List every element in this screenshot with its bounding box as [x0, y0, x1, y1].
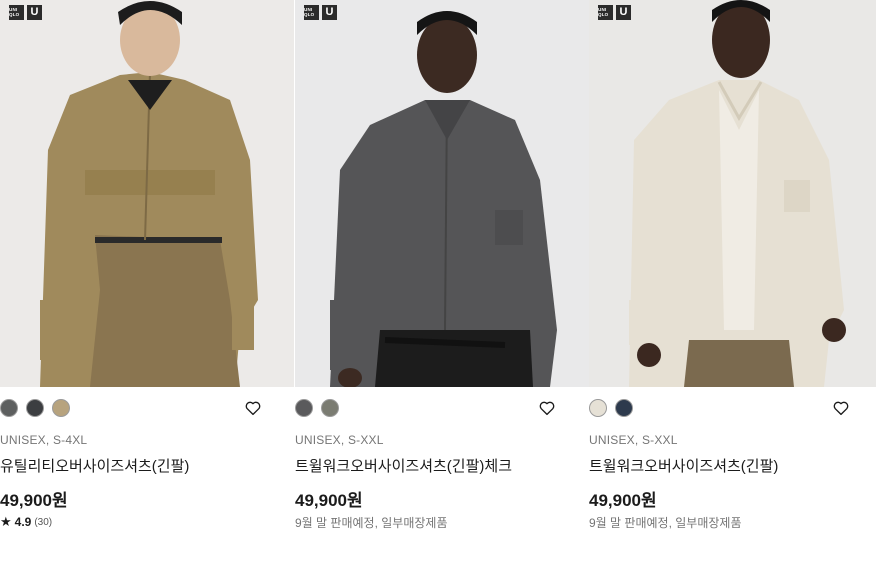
product-photo-check-shirt — [295, 0, 589, 387]
rating-score: 4.9 — [14, 515, 32, 529]
product-price: 49,900원 — [295, 491, 363, 510]
availability-note: 9월 말 판매예정, 일부매장제품 — [295, 516, 448, 530]
color-swatches — [589, 399, 633, 417]
product-grid: UNI QLO U UNISEX, S-4XL 유틸리티오버사이즈셔츠(긴팔) … — [0, 0, 876, 562]
gender-size-label: UNISEX, S-4XL — [0, 433, 88, 447]
product-price: 49,900원 — [589, 491, 657, 510]
product-photo-utility-shirt — [0, 0, 294, 387]
uniqlo-logo: UNI QLO — [304, 5, 319, 20]
product-price: 49,900원 — [0, 491, 68, 510]
brand-logo: UNI QLO U — [304, 5, 337, 20]
uniqlo-logo: UNI QLO — [9, 5, 24, 20]
product-name[interactable]: 트윌워크오버사이즈셔츠(긴팔)체크 — [295, 455, 512, 476]
product-image[interactable]: UNI QLO U — [589, 0, 876, 387]
heart-icon[interactable] — [244, 399, 262, 417]
color-swatch[interactable] — [0, 399, 18, 417]
review-count: (30) — [34, 516, 53, 528]
product-card[interactable]: UNI QLO U UNISEX, S-4XL 유틸리티오버사이즈셔츠(긴팔) … — [0, 0, 294, 562]
color-swatch[interactable] — [615, 399, 633, 417]
u-logo: U — [616, 5, 631, 20]
color-swatch[interactable] — [295, 399, 313, 417]
brand-logo: UNI QLO U — [598, 5, 631, 20]
color-swatch[interactable] — [52, 399, 70, 417]
color-swatch[interactable] — [321, 399, 339, 417]
product-name[interactable]: 유틸리티오버사이즈셔츠(긴팔) — [0, 455, 189, 476]
color-swatches — [0, 399, 70, 417]
product-image[interactable]: UNI QLO U — [0, 0, 294, 387]
brand-logo: UNI QLO U — [9, 5, 42, 20]
product-rating: ★ 4.9 (30) — [0, 514, 52, 530]
product-card[interactable]: UNI QLO U UNISEX, S-XXL 트윌워크오버사이즈셔츠(긴팔)체… — [295, 0, 589, 562]
availability-note: 9월 말 판매예정, 일부매장제품 — [589, 516, 742, 530]
u-logo: U — [322, 5, 337, 20]
product-image[interactable]: UNI QLO U — [295, 0, 589, 387]
star-icon: ★ — [0, 514, 12, 529]
product-card[interactable]: UNI QLO U UNISEX, S-XXL 트윌워크오버사이즈셔츠(긴팔) … — [589, 0, 876, 562]
heart-icon[interactable] — [832, 399, 850, 417]
product-name[interactable]: 트윌워크오버사이즈셔츠(긴팔) — [589, 455, 778, 476]
heart-icon[interactable] — [538, 399, 556, 417]
uniqlo-logo: UNI QLO — [598, 5, 613, 20]
u-logo: U — [27, 5, 42, 20]
color-swatch[interactable] — [589, 399, 607, 417]
gender-size-label: UNISEX, S-XXL — [295, 433, 384, 447]
color-swatches — [295, 399, 339, 417]
product-photo-twill-shirt — [589, 0, 876, 387]
gender-size-label: UNISEX, S-XXL — [589, 433, 678, 447]
color-swatch[interactable] — [26, 399, 44, 417]
